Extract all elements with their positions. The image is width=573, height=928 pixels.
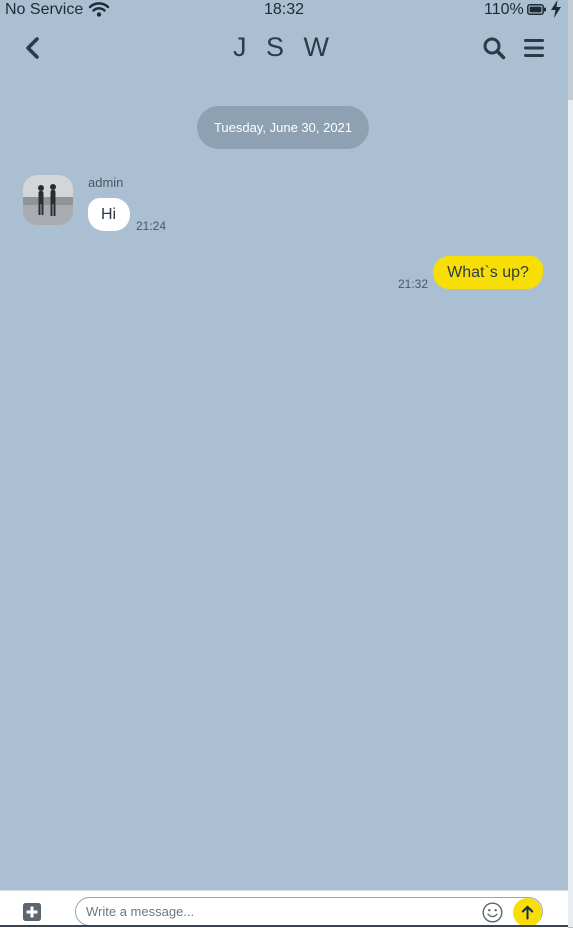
status-bar: No Service 18:32 110% [0,0,568,20]
smiley-icon[interactable] [482,902,503,923]
battery-icon [527,4,546,15]
avatar-photo [23,175,73,225]
chat-header: J S W [0,24,568,72]
message-input[interactable] [75,897,543,926]
message-sender: admin [88,175,124,190]
date-separator: Tuesday, June 30, 2021 [197,106,369,149]
battery-percentage: 110% [484,1,524,18]
incoming-message-bubble[interactable]: Hi [88,198,130,231]
plus-square-icon[interactable] [23,903,41,921]
message-timestamp: 21:24 [136,219,167,233]
outgoing-message-bubble[interactable]: What`s up? [433,256,543,289]
scrollbar[interactable] [568,0,573,927]
message-timestamp: 21:32 [398,277,429,291]
arrow-up-icon [521,905,534,920]
lightning-bolt-icon [551,0,561,18]
scrollbar-thumb[interactable] [568,0,573,100]
message-composer [0,890,568,928]
search-icon[interactable] [482,36,506,60]
clock: 18:32 [263,1,305,18]
avatar[interactable] [23,175,73,225]
send-button[interactable] [513,898,542,927]
hamburger-menu-icon[interactable] [523,37,545,59]
